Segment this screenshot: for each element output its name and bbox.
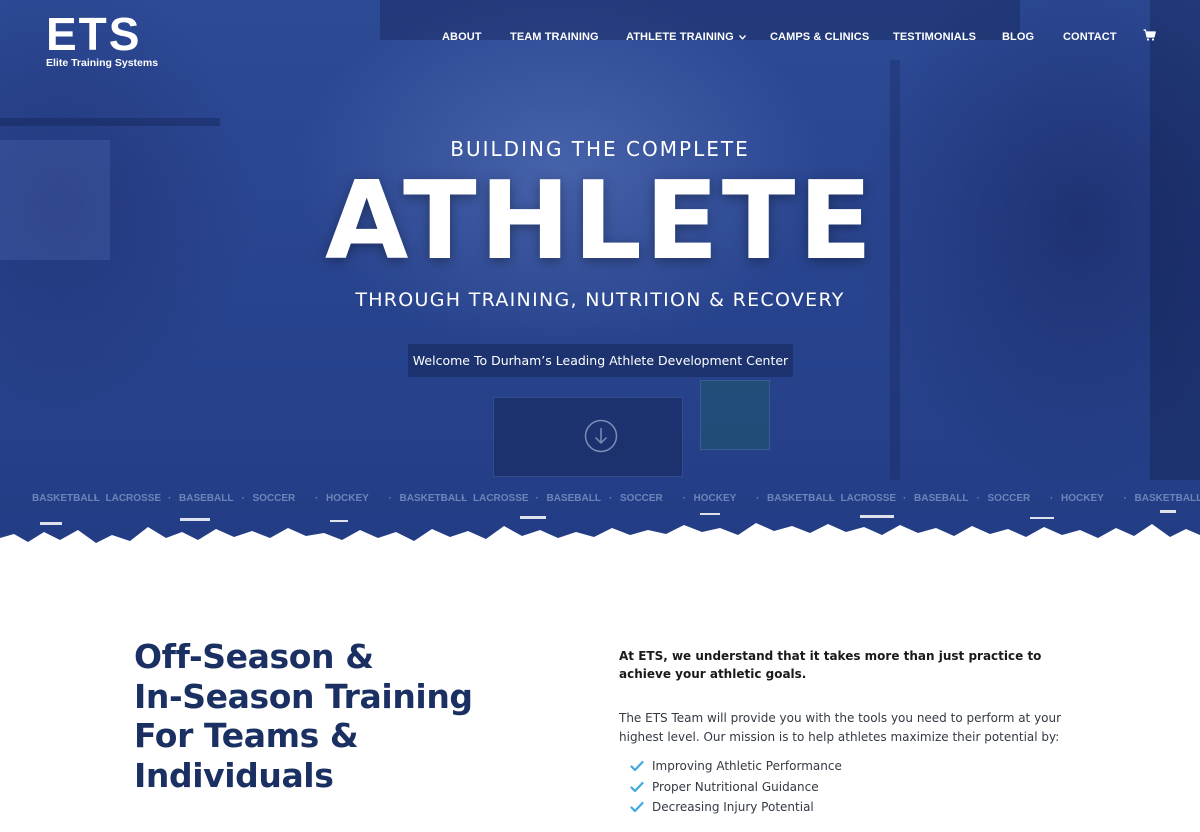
chevron-down-icon <box>738 33 746 42</box>
hero-background-shape <box>0 118 220 126</box>
plyo-box-shape <box>700 380 770 450</box>
nav-testimonials[interactable]: TESTIMONIALS <box>893 31 976 43</box>
intro-heading-line: In-Season Training <box>134 676 473 716</box>
site-logo[interactable]: ETS Elite Training Systems <box>46 8 159 69</box>
list-item: Decreasing Injury Potential <box>630 797 842 818</box>
nav-athlete-training[interactable]: ATHLETE TRAINING <box>626 31 746 43</box>
list-item: Improving Athletic Performance <box>630 756 842 777</box>
nav-team-training[interactable]: TEAM TRAINING <box>510 31 599 43</box>
cart-icon[interactable] <box>1143 29 1156 41</box>
nav-about[interactable]: ABOUT <box>442 31 482 43</box>
logo-subtitle: Elite Training Systems <box>46 57 159 69</box>
torn-edge-divider <box>0 510 1200 600</box>
check-icon <box>630 781 644 792</box>
list-item-label: Improving Athletic Performance <box>652 759 842 774</box>
intro-heading-line: For Teams & <box>134 716 359 755</box>
nav-camps-clinics[interactable]: CAMPS & CLINICS <box>770 31 869 43</box>
hero-headline: ATHLETE <box>324 159 876 284</box>
intro-heading-line: Off-Season & <box>134 637 374 676</box>
arrow-down-circle-icon[interactable] <box>584 419 618 453</box>
hero-section: ETS Elite Training Systems ABOUT TEAM TR… <box>0 0 1200 560</box>
list-item-label: Proper Nutritional Guidance <box>652 779 819 794</box>
check-icon <box>630 802 644 813</box>
benefits-list: Improving Athletic Performance Proper Nu… <box>630 756 842 818</box>
nav-athlete-training-label: ATHLETE TRAINING <box>626 31 734 43</box>
nav-contact[interactable]: CONTACT <box>1063 31 1117 43</box>
logo-wordmark: ETS <box>46 8 142 60</box>
hero-subline: THROUGH TRAINING, NUTRITION & RECOVERY <box>355 289 845 311</box>
welcome-button[interactable]: Welcome To Durham’s Leading Athlete Deve… <box>408 344 793 377</box>
hero-kicker: BUILDING THE COMPLETE <box>450 137 750 161</box>
intro-heading: Off-Season & In-Season Training For Team… <box>134 637 554 795</box>
intro-heading-line: Individuals <box>134 755 334 795</box>
list-item-label: Decreasing Injury Potential <box>652 800 814 815</box>
nav-blog[interactable]: BLOG <box>1002 31 1034 43</box>
list-item: Proper Nutritional Guidance <box>630 777 842 798</box>
check-icon <box>630 761 644 772</box>
intro-lead: At ETS, we understand that it takes more… <box>619 649 1042 681</box>
intro-body: The ETS Team will provide you with the t… <box>619 711 1062 744</box>
